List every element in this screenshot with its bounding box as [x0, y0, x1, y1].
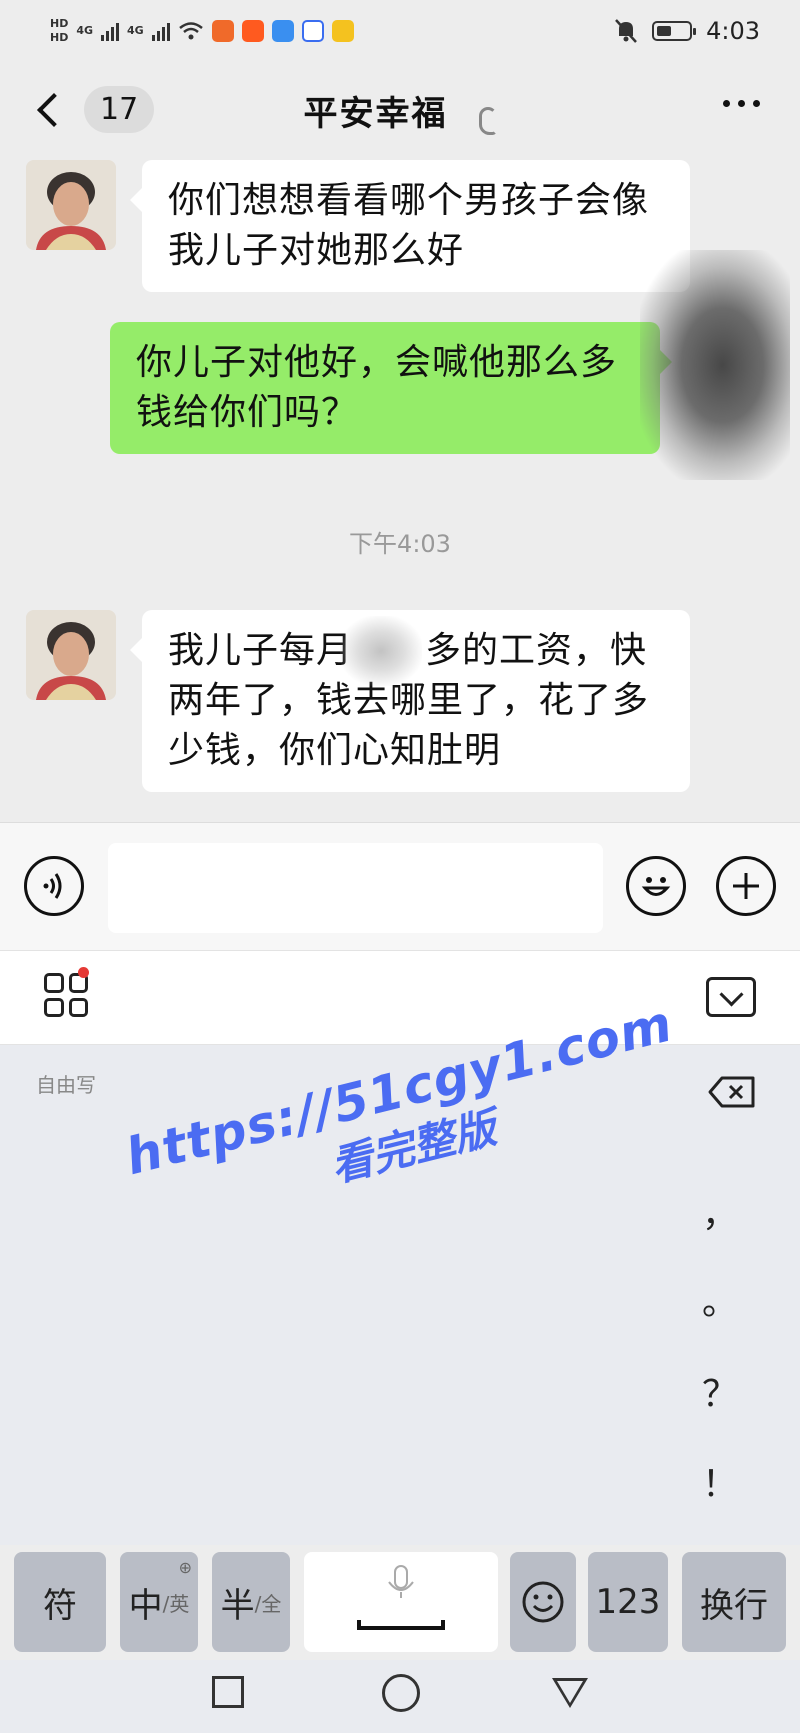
- message-bubble-outgoing[interactable]: 你儿子对他好，会喊他那么多 钱给你们吗？: [110, 322, 672, 454]
- smiley-icon: [641, 877, 671, 896]
- mute-bell-icon: [615, 19, 638, 43]
- keyboard-collapse-icon[interactable]: [706, 977, 756, 1017]
- numbers-key[interactable]: 123: [588, 1552, 668, 1652]
- symbols-key[interactable]: 符: [14, 1552, 106, 1652]
- signal-icon: [151, 21, 170, 41]
- message-text: 多的工资，快: [425, 630, 648, 671]
- message-text: 两年了，钱去哪里了，花了多: [168, 680, 650, 721]
- emoji-button[interactable]: [626, 856, 686, 916]
- clock: 4:03: [706, 17, 760, 45]
- key-sublabel: /全: [254, 1591, 282, 1616]
- voice-wave-icon: [43, 873, 62, 899]
- globe-icon: ⊕: [178, 1558, 192, 1577]
- redaction-scribble: [340, 616, 422, 686]
- baidu-icon: [301, 20, 324, 42]
- punct-exclaim-key[interactable]: ！: [700, 1455, 740, 1507]
- status-right: 4:03: [614, 17, 760, 45]
- status-left: HD HD 4G 4G: [50, 17, 354, 45]
- more-functions-button[interactable]: [716, 856, 776, 916]
- app-notification-icon: [241, 20, 264, 42]
- contact-avatar-image: [26, 610, 116, 700]
- grid-cell: [68, 997, 88, 1017]
- redaction-scribble: [640, 250, 790, 480]
- app-notification-icon: [271, 20, 294, 42]
- notification-dot: [78, 967, 89, 978]
- contact-avatar-image: [26, 160, 116, 250]
- voice-mode-button[interactable]: [24, 856, 84, 916]
- zh-en-toggle-key[interactable]: ⊕ 中/英: [120, 1552, 198, 1652]
- message-bubble-incoming[interactable]: 你们想想看看哪个男孩子会像 我儿子对她那么好: [130, 160, 690, 292]
- message-text: 我儿子每月: [168, 630, 354, 671]
- message-text: 钱给你们吗？: [136, 392, 359, 433]
- grid-cell: [44, 997, 64, 1017]
- key-label: 符: [43, 1585, 77, 1626]
- punct-question-key[interactable]: ？: [700, 1365, 740, 1417]
- contact-avatar[interactable]: [26, 160, 116, 250]
- system-navigation-bar: [0, 1660, 800, 1733]
- message-text: 我儿子对她那么好: [168, 230, 465, 271]
- earpiece-mode-icon: [478, 106, 497, 135]
- key-label: 半: [220, 1585, 255, 1626]
- key-label: 换行: [700, 1585, 768, 1626]
- hd-label-2: HD: [50, 31, 69, 44]
- message-text: 你儿子对他好，会喊他那么多: [136, 342, 618, 383]
- enter-key[interactable]: 换行: [682, 1552, 786, 1652]
- hd-indicator: HD HD: [50, 17, 68, 45]
- app-notification-icon: [331, 20, 354, 42]
- backspace-icon[interactable]: [708, 1075, 756, 1109]
- punct-comma-key[interactable]: ，: [700, 1185, 740, 1237]
- battery-icon: [652, 21, 697, 41]
- plus-icon: [733, 873, 759, 899]
- more-dot: [738, 100, 745, 107]
- chat-title: 平安幸福: [303, 94, 448, 134]
- message-input[interactable]: [108, 843, 603, 933]
- space-key[interactable]: [304, 1552, 498, 1652]
- more-options-button[interactable]: [723, 100, 760, 107]
- network-label-1: 4G: [76, 24, 94, 37]
- contact-avatar[interactable]: [26, 610, 116, 700]
- key-sublabel: /英: [162, 1591, 190, 1616]
- status-bar: HD HD 4G 4G 4:03: [0, 0, 800, 62]
- punct-period-key[interactable]: 。: [700, 1273, 740, 1325]
- ime-menu-grid-icon[interactable]: [44, 973, 88, 1017]
- key-label: 123: [595, 1582, 661, 1622]
- wifi-icon: [178, 22, 203, 40]
- more-dot: [723, 100, 730, 107]
- hd-label-1: HD: [50, 17, 69, 30]
- network-label-2: 4G: [127, 24, 144, 37]
- ime-toolbar: [0, 950, 800, 1045]
- space-mic-icon: [357, 1565, 445, 1630]
- app-notification-icon: [211, 20, 234, 42]
- chat-header: 17 平安幸福: [0, 62, 800, 158]
- recent-apps-icon[interactable]: [212, 1676, 244, 1708]
- signal-icon: [101, 21, 120, 41]
- emoji-key[interactable]: [510, 1552, 576, 1652]
- smiley-icon: [522, 1581, 564, 1623]
- back-triangle-icon[interactable]: [552, 1678, 588, 1708]
- message-timestamp: 下午4:03: [349, 530, 451, 558]
- handwriting-mode-label: 自由写: [36, 1073, 96, 1097]
- grid-cell: [44, 973, 64, 993]
- more-dot: [753, 100, 760, 107]
- message-text: 少钱，你们心知肚明: [168, 730, 502, 771]
- home-icon[interactable]: [382, 1674, 420, 1712]
- chat-input-bar: [0, 822, 800, 950]
- key-label: 中: [128, 1585, 163, 1626]
- half-full-width-key[interactable]: 半/全: [212, 1552, 290, 1652]
- message-text: 你们想想看看哪个男孩子会像: [168, 180, 650, 221]
- title-wrap: 平安幸福: [0, 86, 800, 135]
